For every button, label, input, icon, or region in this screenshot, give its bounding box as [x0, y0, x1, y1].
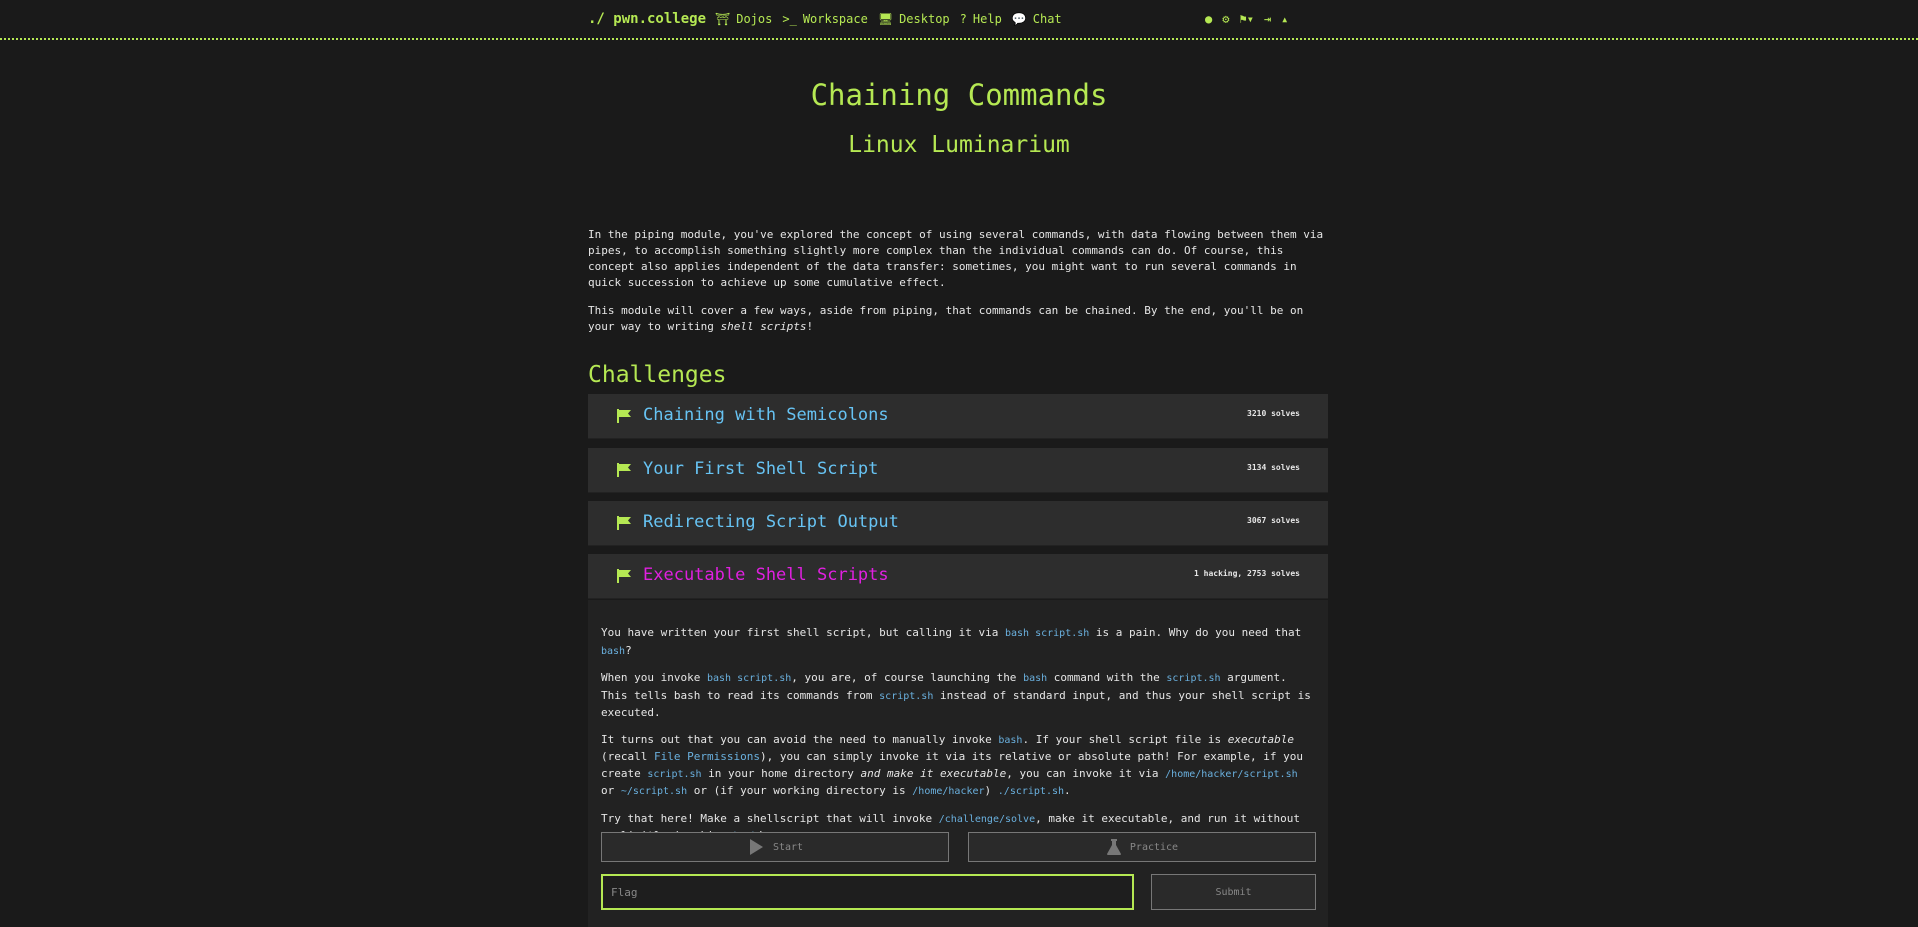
page-title: Chaining Commands	[810, 78, 1108, 112]
nav-workspace[interactable]: >_ Workspace	[782, 12, 867, 26]
flask-icon	[1106, 839, 1121, 855]
desc-text: )	[984, 784, 998, 797]
flag-dropdown-icon[interactable]: ⚑▾	[1239, 12, 1253, 26]
inline-code: /home/hacker/script.sh	[1165, 768, 1298, 780]
terminal-icon: >_	[782, 12, 797, 26]
settings-icon[interactable]: ⚙	[1222, 12, 1229, 26]
intro-paragraph-2: This module will cover a few ways, aside…	[588, 303, 1328, 335]
desc-paragraph-3: It turns out that you can avoid the need…	[601, 732, 1317, 801]
challenge-name: Redirecting Script Output	[643, 512, 899, 532]
desc-text: command with the	[1047, 671, 1167, 684]
inline-code: bash	[998, 734, 1023, 746]
desc-emphasis: executable	[1227, 732, 1294, 746]
inline-code: ./script.sh	[997, 786, 1065, 797]
nav-help[interactable]: ? Help	[960, 12, 1002, 26]
challenge-name: Executable Shell Scripts	[643, 565, 889, 585]
user-nav: ● ⚙ ⚑▾ ⇥ ▴	[1205, 12, 1288, 26]
question-icon: ?	[959, 12, 967, 26]
user-icon[interactable]: ●	[1205, 12, 1212, 26]
chat-icon: 💬	[1011, 12, 1027, 26]
desc-text: , you can invoke it via	[1006, 766, 1166, 780]
nav-chat[interactable]: 💬 Chat	[1012, 12, 1062, 26]
practice-button[interactable]: Practice	[968, 832, 1316, 862]
inline-code: bash script.sh	[706, 673, 792, 684]
challenge-name: Your First Shell Script	[643, 459, 879, 479]
flag-icon	[617, 463, 631, 477]
nav-workspace-label: Workspace	[802, 12, 868, 26]
dojo-subtitle: Linux Luminarium	[848, 132, 1070, 158]
nav-dojos-label: Dojos	[736, 12, 773, 26]
challenge-solves: 3067 solves	[1247, 516, 1300, 525]
caret-up-icon[interactable]: ▴	[1281, 12, 1288, 26]
challenge-solves: 1 hacking, 2753 solves	[1194, 569, 1300, 578]
submit-button[interactable]: Submit	[1151, 874, 1316, 910]
dojo-icon: ⛩	[715, 12, 731, 26]
flag-icon	[617, 569, 631, 583]
desc-text: or	[601, 784, 621, 797]
challenge-row[interactable]: Chaining with Semicolons 3210 solves	[588, 394, 1328, 439]
challenge-name: Chaining with Semicolons	[643, 405, 889, 425]
desc-text: or (if your working directory is	[687, 784, 913, 797]
inline-code: bash	[1023, 673, 1048, 684]
challenges-heading: Challenges	[588, 362, 727, 388]
inline-code: script.sh	[1166, 673, 1221, 684]
challenge-row[interactable]: Your First Shell Script 3134 solves	[588, 448, 1328, 493]
nav-dojos[interactable]: ⛩ Dojos	[715, 12, 772, 26]
file-permissions-link[interactable]: File Permissions	[654, 750, 760, 763]
challenge-row-active[interactable]: Executable Shell Scripts 1 hacking, 2753…	[588, 554, 1328, 599]
module-description: In the piping module, you've explored th…	[588, 227, 1328, 347]
flag-icon	[617, 409, 631, 423]
main-nav: ⛩ Dojos >_ Workspace 🖥 Desktop ? Help 💬 …	[715, 12, 1062, 26]
inline-code: ~/script.sh	[620, 786, 688, 797]
intro-text: This module will cover a few ways, aside…	[588, 304, 1304, 333]
inline-code: bash script.sh	[1004, 628, 1090, 639]
desc-text: It turns out that you can avoid the need…	[601, 732, 999, 746]
flag-icon	[617, 516, 631, 530]
top-navbar: ./ pwn.college ⛩ Dojos >_ Workspace 🖥 De…	[0, 0, 1918, 40]
nav-help-label: Help	[972, 12, 1002, 26]
challenge-solves: 3134 solves	[1247, 463, 1300, 472]
inline-code: script.sh	[647, 768, 702, 780]
inline-code: /challenge/solve	[938, 813, 1036, 825]
intro-emphasis: shell scripts	[720, 320, 807, 333]
submit-label: Submit	[1215, 886, 1252, 898]
logout-icon[interactable]: ⇥	[1264, 12, 1271, 26]
desc-text: When you invoke	[601, 671, 707, 684]
desc-text: . If your shell script file is	[1022, 732, 1228, 746]
brand-link[interactable]: ./ pwn.college	[588, 11, 706, 27]
intro-paragraph-1: In the piping module, you've explored th…	[588, 228, 1324, 289]
inline-code: bash	[601, 645, 626, 657]
desktop-icon: 🖥	[877, 12, 894, 26]
nav-desktop-label: Desktop	[899, 12, 950, 26]
desc-paragraph-1: You have written your first shell script…	[601, 625, 1317, 660]
practice-label: Practice	[1129, 841, 1179, 853]
challenge-solves: 3210 solves	[1247, 409, 1300, 418]
challenge-description: You have written your first shell script…	[601, 625, 1317, 856]
desc-text: is a pain. Why do you need that	[1089, 626, 1302, 639]
challenge-row[interactable]: Redirecting Script Output 3067 solves	[588, 501, 1328, 546]
desc-text: in your home directory	[701, 766, 861, 780]
start-label: Start	[772, 841, 804, 853]
desc-paragraph-2: When you invoke bash script.sh, you are,…	[601, 670, 1317, 722]
desc-text: (recall	[601, 750, 654, 763]
nav-desktop[interactable]: 🖥 Desktop	[878, 12, 950, 26]
intro-text: !	[806, 320, 814, 333]
desc-text: .	[1064, 784, 1071, 797]
desc-emphasis: and make it executable	[860, 766, 1007, 780]
desc-text: Try that here! Make a shellscript that w…	[601, 811, 939, 825]
play-icon	[749, 839, 763, 855]
desc-text: You have written your first shell script…	[601, 626, 1005, 639]
desc-text: , you are, of course launching the	[791, 671, 1024, 684]
desc-text: ?	[625, 643, 632, 657]
nav-chat-label: Chat	[1032, 12, 1062, 26]
start-button[interactable]: Start	[601, 832, 949, 862]
inline-code: /home/hacker	[912, 786, 985, 797]
challenge-panel: You have written your first shell script…	[588, 600, 1328, 927]
inline-code: script.sh	[879, 690, 934, 702]
flag-input[interactable]	[601, 874, 1134, 910]
